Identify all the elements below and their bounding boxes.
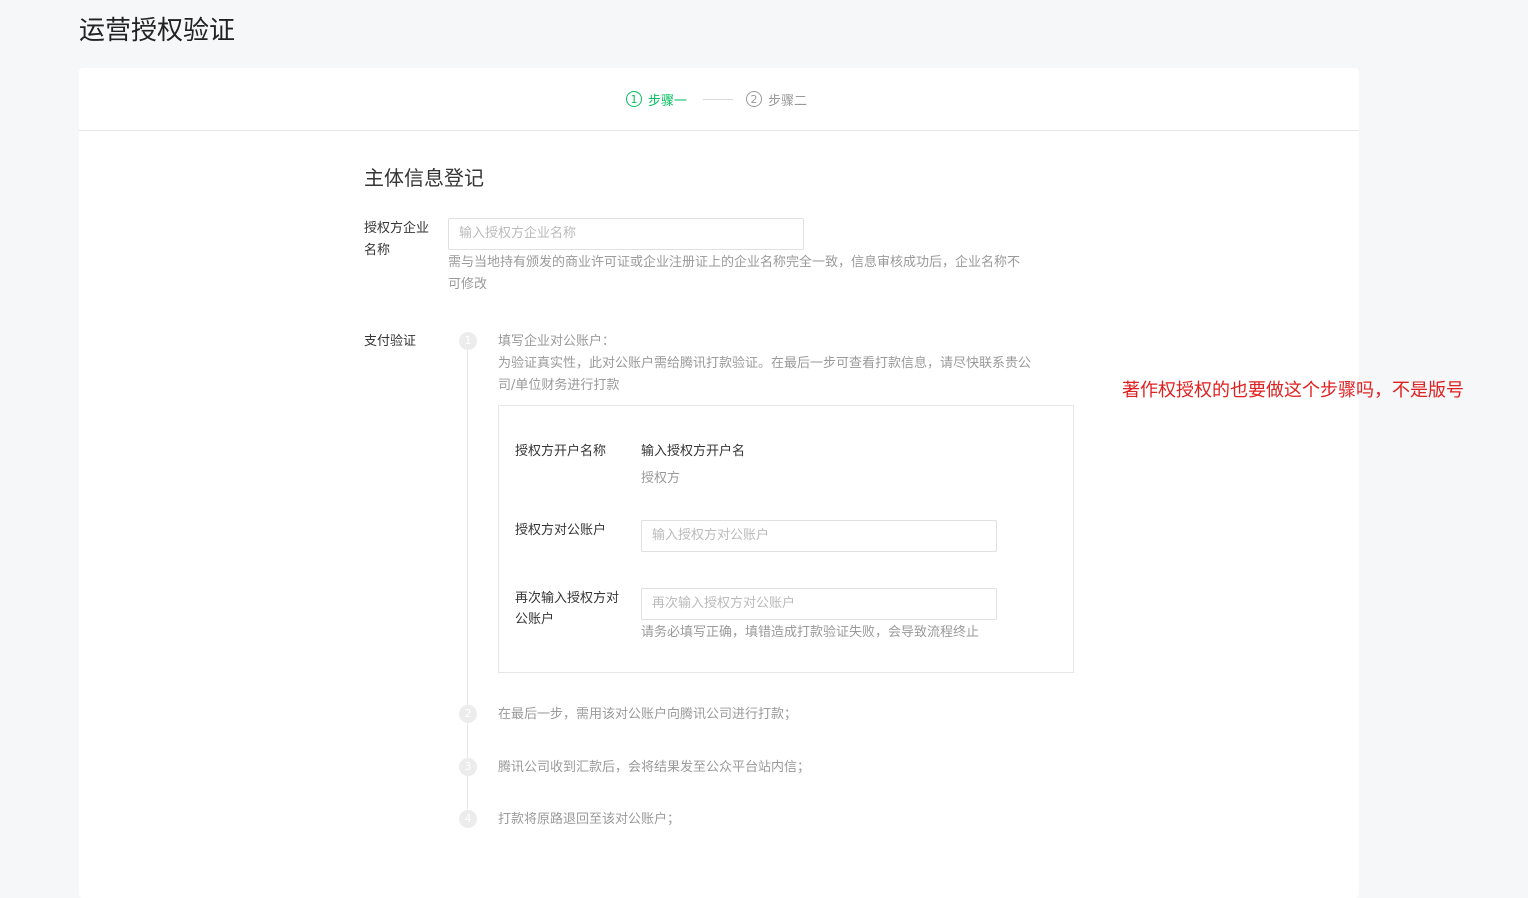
company-name-label: 授权方企业 名称 xyxy=(364,218,429,262)
timeline-step-4-number: 4 xyxy=(459,810,477,828)
account-confirm-input[interactable]: 再次输入授权方对公账户 xyxy=(641,588,997,620)
account-confirm-label-line2: 公账户 xyxy=(515,612,555,627)
timeline-step-2-number: 2 xyxy=(459,705,477,723)
timeline-step-2-text: 在最后一步，需用该对公账户向腾讯公司进行打款； xyxy=(498,707,798,722)
step-one-number: 1 xyxy=(626,91,642,107)
account-info-box: 授权方开户名称 输入授权方开户名 授权方 授权方对公账户 输入授权方对公账户 再… xyxy=(498,405,1074,673)
steps-bar: 1 步骤一 2 步骤二 xyxy=(79,68,1359,131)
form-card: 1 步骤一 2 步骤二 主体信息登记 授权方企业 名称 输入授权方企业名称 需与… xyxy=(79,68,1359,898)
section-title: 主体信息登记 xyxy=(364,166,484,190)
review-annotation: 著作权授权的也要做这个步骤吗，不是版号 xyxy=(1122,380,1464,401)
timeline-step-1-title: 填写企业对公账户： xyxy=(498,334,616,349)
step-two: 2 步骤二 xyxy=(746,88,807,110)
step-one-label: 步骤一 xyxy=(648,93,688,109)
company-name-label-line1: 授权方企业 xyxy=(364,221,430,236)
account-input[interactable]: 输入授权方对公账户 xyxy=(641,520,997,552)
timeline-step-4-text: 打款将原路退回至该对公账户； xyxy=(498,812,681,827)
account-name-value: 输入授权方开户名 xyxy=(641,444,746,459)
company-name-label-line2: 名称 xyxy=(364,243,391,258)
step-connector xyxy=(703,99,733,100)
account-confirm-label-line1: 再次输入授权方对 xyxy=(515,591,620,606)
company-name-input[interactable]: 输入授权方企业名称 xyxy=(448,218,804,250)
timeline-step-3-text: 腾讯公司收到汇款后，会将结果发至公众平台站内信； xyxy=(498,760,811,775)
timeline-step-3-number: 3 xyxy=(459,758,477,776)
account-label: 授权方对公账户 xyxy=(515,523,607,538)
account-name-sub: 授权方 xyxy=(641,471,681,486)
step-two-number: 2 xyxy=(746,91,762,107)
timeline-step-1-text: 填写企业对公账户： 为验证真实性，此对公账户需给腾讯打款验证。在最后一步可查看打… xyxy=(498,331,1088,397)
timeline-line xyxy=(467,338,468,818)
company-name-hint: 需与当地持有颁发的商业许可证或企业注册证上的企业名称完全一致，信息审核成功后，企… xyxy=(448,252,1088,296)
page-title: 运营授权验证 xyxy=(79,16,236,46)
step-one: 1 步骤一 xyxy=(626,88,687,110)
company-name-hint-line1: 需与当地持有颁发的商业许可证或企业注册证上的企业名称完全一致，信息审核成功后，企… xyxy=(448,255,1021,270)
timeline-step-1-desc-line2: 司/单位财务进行打款 xyxy=(498,378,620,393)
timeline-step-1-desc-line1: 为验证真实性，此对公账户需给腾讯打款验证。在最后一步可查看打款信息，请尽快联系贵… xyxy=(498,356,1032,371)
account-name-label: 授权方开户名称 xyxy=(515,444,607,459)
account-confirm-label: 再次输入授权方对 公账户 xyxy=(515,588,619,630)
company-name-hint-line2: 可修改 xyxy=(448,277,488,292)
step-two-label: 步骤二 xyxy=(768,93,808,109)
account-confirm-hint: 请务必填写正确，填错造成打款验证失败，会导致流程终止 xyxy=(641,625,980,640)
timeline-step-1-number: 1 xyxy=(459,332,477,350)
payment-verify-label: 支付验证 xyxy=(364,334,417,349)
